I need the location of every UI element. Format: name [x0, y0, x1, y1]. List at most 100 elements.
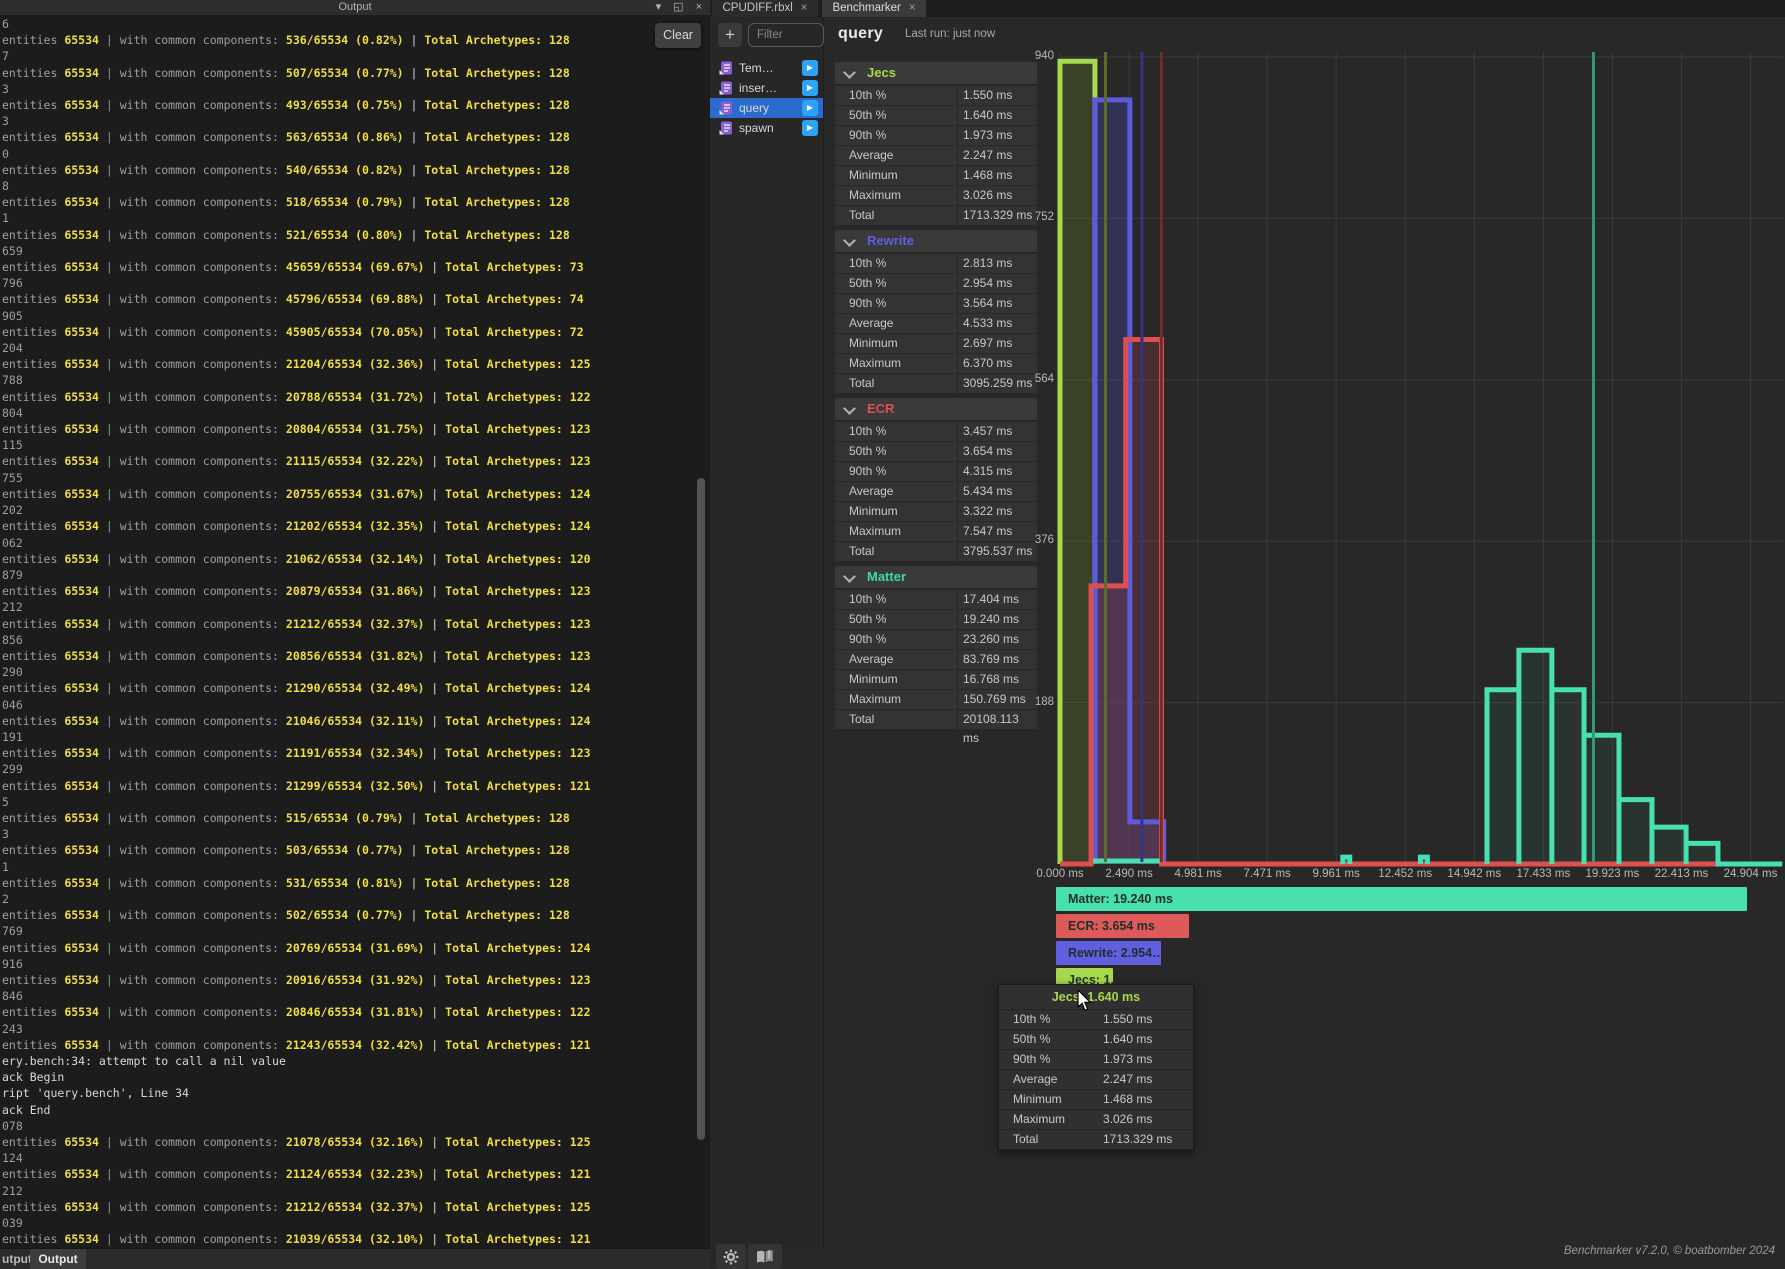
- stat-label: Minimum: [835, 166, 957, 185]
- section-header-ecr[interactable]: ECR: [835, 398, 1037, 420]
- stat-value: 1.640 ms: [958, 106, 1037, 125]
- stat-label: Total: [835, 542, 957, 561]
- legend-bar-matter[interactable]: Matter: 19.240 ms: [1056, 887, 1747, 911]
- docs-button[interactable]: [748, 1244, 782, 1269]
- stat-row: Minimum1.468 ms: [835, 166, 1037, 185]
- y-axis-label: 564: [1014, 373, 1054, 385]
- console-line: 2: [2, 891, 702, 907]
- console-line: 191: [2, 729, 702, 745]
- tooltip-label: 90th %: [999, 1050, 1103, 1069]
- console-line: entities 65534 | with common components:…: [2, 940, 702, 956]
- tab-cpudiff[interactable]: CPUDIFF.rbxl×: [712, 0, 818, 17]
- stat-label: Minimum: [835, 502, 957, 521]
- stat-value: 1.468 ms: [958, 166, 1037, 185]
- stat-label: Total: [835, 206, 957, 225]
- console-line: entities 65534 | with common components:…: [2, 745, 702, 761]
- x-axis-label: 4.981 ms: [1163, 868, 1233, 880]
- add-benchmark-button[interactable]: +: [718, 23, 742, 47]
- section-header-jecs[interactable]: Jecs: [835, 62, 1037, 84]
- tooltip-value: 1.550 ms: [1103, 1010, 1152, 1029]
- stat-label: Average: [835, 314, 957, 333]
- stat-label: 10th %: [835, 590, 957, 609]
- console-line: entities 65534 | with common components:…: [2, 486, 702, 502]
- stat-label: 50th %: [835, 610, 957, 629]
- close-icon[interactable]: ×: [696, 0, 702, 15]
- console-line: entities 65534 | with common components:…: [2, 356, 702, 372]
- console-line: 769: [2, 923, 702, 939]
- legend-bar-rewrite[interactable]: Rewrite: 2.954…: [1056, 941, 1161, 965]
- output-panel-title: Output: [338, 1, 371, 13]
- console-line: entities 65534 | with common components:…: [2, 518, 702, 534]
- stat-label: 10th %: [835, 422, 957, 441]
- y-axis-label: 376: [1014, 534, 1054, 546]
- sidebar-item-spawn[interactable]: spawn▶: [710, 118, 823, 138]
- tab-benchmarker[interactable]: Benchmarker×: [822, 0, 926, 17]
- stat-row: Maximum150.769 ms: [835, 690, 1037, 709]
- stat-row: Total1713.329 ms: [835, 206, 1037, 225]
- console-line: ack End: [2, 1102, 702, 1118]
- stat-value: 4.315 ms: [958, 462, 1037, 481]
- console-line: 078: [2, 1118, 702, 1134]
- play-button[interactable]: ▶: [802, 60, 818, 76]
- stat-value: 3.457 ms: [958, 422, 1037, 441]
- float-window-icon[interactable]: ◱: [673, 0, 683, 15]
- close-icon[interactable]: ×: [909, 2, 916, 14]
- console-line: entities 65534 | with common components:…: [2, 227, 702, 243]
- stat-value: 17.404 ms: [958, 590, 1037, 609]
- histogram-chart[interactable]: 9407525643761880.000 ms2.490 ms4.981 ms7…: [1040, 50, 1785, 880]
- series-ecr: [1060, 339, 1747, 864]
- console-line: 204: [2, 340, 702, 356]
- play-button[interactable]: ▶: [802, 120, 818, 136]
- console-line: 804: [2, 405, 702, 421]
- play-button[interactable]: ▶: [802, 80, 818, 96]
- console-line: 905: [2, 308, 702, 324]
- console-line: ack Begin: [2, 1069, 702, 1085]
- console-log[interactable]: 6entities 65534 | with common components…: [2, 16, 702, 1246]
- clear-button[interactable]: Clear: [655, 23, 701, 48]
- console-line: ery.bench:34: attempt to call a nil valu…: [2, 1053, 702, 1069]
- stat-value: 3.564 ms: [958, 294, 1037, 313]
- section-name: ECR: [867, 401, 894, 416]
- console-line: entities 65534 | with common components:…: [2, 421, 702, 437]
- tab-output[interactable]: Output: [30, 1249, 86, 1269]
- close-icon[interactable]: ×: [801, 2, 808, 14]
- section-name: Rewrite: [867, 233, 914, 248]
- console-line: entities 65534 | with common components:…: [2, 291, 702, 307]
- section-header-rewrite[interactable]: Rewrite: [835, 230, 1037, 252]
- tooltip-row: 10th %1.550 ms: [999, 1010, 1193, 1030]
- console-line: entities 65534 | with common components:…: [2, 453, 702, 469]
- filter-input[interactable]: [748, 23, 824, 47]
- console-scrollbar[interactable]: [697, 478, 705, 1140]
- console-line: 788: [2, 372, 702, 388]
- settings-button[interactable]: [716, 1244, 746, 1269]
- x-axis-label: 12.452 ms: [1370, 868, 1440, 880]
- stat-row: Maximum7.547 ms: [835, 522, 1037, 541]
- sidebar-item-query[interactable]: query▶: [710, 98, 823, 118]
- x-axis-label: 7.471 ms: [1232, 868, 1302, 880]
- stat-value: 3.026 ms: [958, 186, 1037, 205]
- stat-value: 20108.113 ms: [958, 710, 1037, 729]
- console-line: entities 65534 | with common components:…: [2, 97, 702, 113]
- sidebar-item-label: Tem…: [739, 61, 774, 75]
- stat-value: 83.769 ms: [958, 650, 1037, 669]
- stat-label: Maximum: [835, 186, 957, 205]
- stat-label: 90th %: [835, 462, 957, 481]
- sidebar-item-label: inser…: [739, 81, 777, 95]
- stat-label: 10th %: [835, 86, 957, 105]
- stats-table: Jecs10th %1.550 ms50th %1.640 ms90th %1.…: [835, 62, 1037, 734]
- tab-output-partial[interactable]: utput: [2, 1252, 32, 1266]
- stat-row: Minimum3.322 ms: [835, 502, 1037, 521]
- output-panel-header[interactable]: Output ▾ ◱ ×: [0, 0, 710, 15]
- sidebar-item-tem[interactable]: Tem… ▶: [710, 58, 823, 78]
- console-line: 3: [2, 113, 702, 129]
- chevron-down-icon[interactable]: ▾: [656, 0, 662, 15]
- sidebar-item-inser[interactable]: inser… ▶: [710, 78, 823, 98]
- console-line: entities 65534 | with common components:…: [2, 162, 702, 178]
- console-line: 243: [2, 1021, 702, 1037]
- x-axis-label: 17.433 ms: [1508, 868, 1578, 880]
- legend-bar-ecr[interactable]: ECR: 3.654 ms: [1056, 914, 1189, 938]
- console-line: entities 65534 | with common components:…: [2, 259, 702, 275]
- stat-value: 5.434 ms: [958, 482, 1037, 501]
- section-header-matter[interactable]: Matter: [835, 566, 1037, 588]
- play-button[interactable]: ▶: [802, 100, 818, 116]
